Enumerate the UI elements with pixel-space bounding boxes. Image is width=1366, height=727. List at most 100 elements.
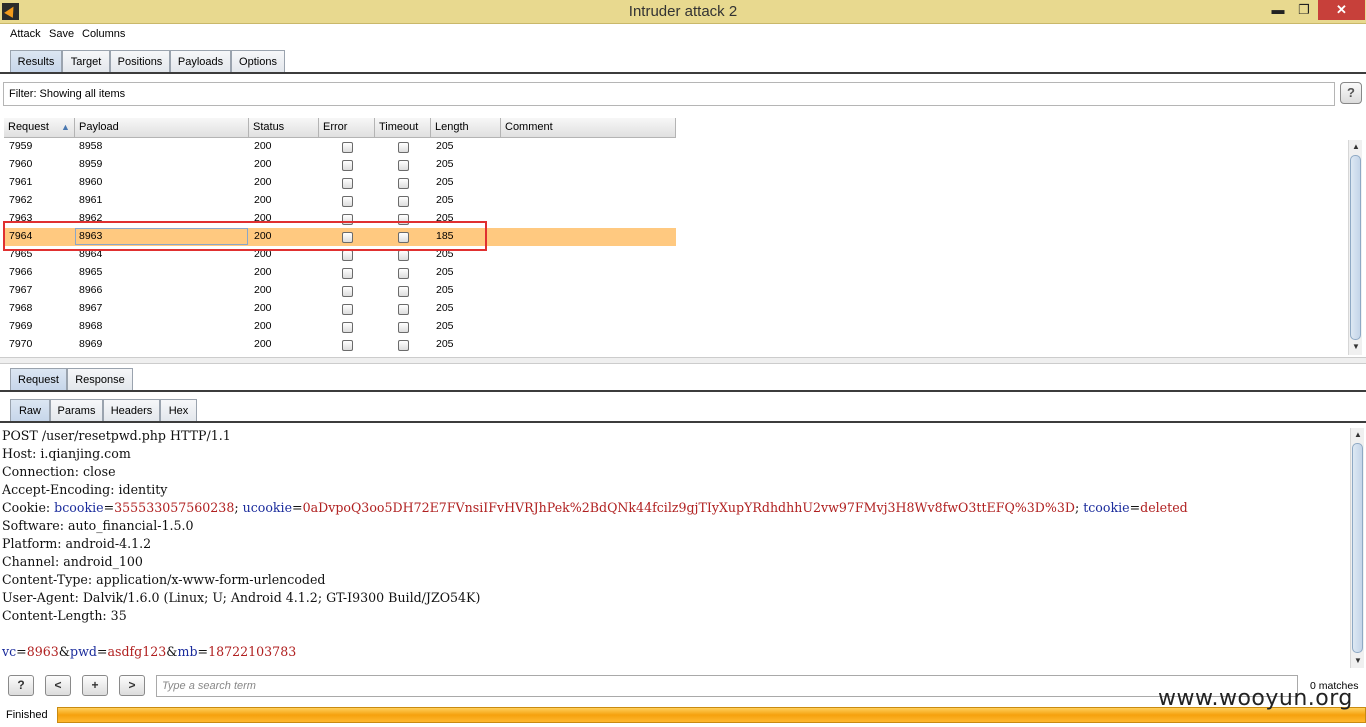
error-checkbox [342, 340, 353, 351]
search-previous-button[interactable]: < [45, 675, 71, 696]
status-label: Finished [6, 709, 48, 721]
cell-status: 200 [254, 176, 272, 188]
close-icon[interactable]: ✕ [1318, 0, 1365, 20]
cell-length: 205 [436, 266, 454, 278]
column-header-comment[interactable]: Comment [501, 118, 676, 138]
header-user-agent: User-Agent: Dalvik/1.6.0 (Linux; U; Andr… [2, 590, 481, 605]
cell-request: 7961 [9, 176, 33, 188]
detail-tab-divider [0, 390, 1366, 392]
error-checkbox [342, 196, 353, 207]
tab-divider [0, 72, 1366, 74]
raw-request-editor[interactable]: POST /user/resetpwd.php HTTP/1.1 Host: i.… [2, 427, 1350, 667]
timeout-checkbox [398, 160, 409, 171]
menu-columns[interactable]: Columns [82, 28, 125, 40]
param-value: 8963 [26, 644, 59, 659]
param-value: 18722103783 [208, 644, 297, 659]
search-next-button[interactable]: > [119, 675, 145, 696]
timeout-checkbox [398, 268, 409, 279]
header-platform: Platform: android-4.1.2 [2, 536, 152, 551]
results-scrollbar[interactable]: ▲ ▼ [1348, 140, 1362, 355]
tab-request[interactable]: Request [10, 368, 67, 390]
tab-hex[interactable]: Hex [160, 399, 197, 421]
cell-request: 7960 [9, 158, 33, 170]
column-label: Request [8, 121, 49, 133]
error-checkbox [342, 160, 353, 171]
tab-raw[interactable]: Raw [10, 399, 50, 421]
timeout-checkbox [398, 322, 409, 333]
cell-status: 200 [254, 140, 272, 152]
menu-save[interactable]: Save [49, 28, 74, 40]
column-header-status[interactable]: Status [249, 118, 319, 138]
table-row[interactable]: 7962 8961 200 205 [4, 192, 676, 210]
error-checkbox [342, 178, 353, 189]
param-value: asdfg123 [107, 644, 167, 659]
scroll-thumb[interactable] [1350, 155, 1361, 340]
header-cookie: Cookie: bcookie=355533057560238; ucookie… [2, 500, 1188, 515]
cell-request: 7968 [9, 302, 33, 314]
minimize-icon[interactable]: ▬ [1264, 0, 1292, 20]
table-row[interactable]: 7959 8958 200 205 [4, 138, 676, 156]
scroll-down-icon[interactable]: ▼ [1351, 654, 1365, 668]
column-header-error[interactable]: Error [319, 118, 375, 138]
cell-request: 7959 [9, 140, 33, 152]
cell-length: 205 [436, 320, 454, 332]
header-accept-encoding: Accept-Encoding: identity [2, 482, 168, 497]
search-input[interactable]: Type a search term [156, 675, 1298, 697]
menu-attack[interactable]: Attack [10, 28, 41, 40]
cell-payload: 8966 [79, 284, 103, 296]
header-software: Software: auto_financial-1.5.0 [2, 518, 194, 533]
error-checkbox [342, 286, 353, 297]
cell-length: 205 [436, 176, 454, 188]
cell-status: 200 [254, 320, 272, 332]
search-help-button[interactable]: ? [8, 675, 34, 696]
table-row[interactable]: 7969 8968 200 205 [4, 318, 676, 336]
table-row[interactable]: 7970 8969 200 205 [4, 336, 676, 354]
column-header-payload[interactable]: Payload [75, 118, 249, 138]
error-checkbox [342, 268, 353, 279]
cell-request: 7966 [9, 266, 33, 278]
param-key: vc [2, 644, 17, 659]
cell-request: 7967 [9, 284, 33, 296]
cell-payload: 8960 [79, 176, 103, 188]
column-header-length[interactable]: Length [431, 118, 501, 138]
error-checkbox [342, 250, 353, 261]
cell-length: 205 [436, 194, 454, 206]
highlight-annotation [3, 221, 487, 251]
header-content-type: Content-Type: application/x-www-form-url… [2, 572, 326, 587]
cell-payload: 8958 [79, 140, 103, 152]
sort-ascending-icon: ▲ [61, 122, 70, 132]
tab-options[interactable]: Options [231, 50, 285, 72]
table-row[interactable]: 7966 8965 200 205 [4, 264, 676, 282]
tab-payloads[interactable]: Payloads [170, 50, 231, 72]
search-add-button[interactable]: + [82, 675, 108, 696]
scroll-down-icon[interactable]: ▼ [1349, 340, 1363, 354]
raw-scrollbar[interactable]: ▲ ▼ [1350, 428, 1364, 668]
timeout-checkbox [398, 196, 409, 207]
filter-bar[interactable]: Filter: Showing all items [3, 82, 1335, 106]
scroll-up-icon[interactable]: ▲ [1351, 428, 1365, 442]
tab-target[interactable]: Target [62, 50, 110, 72]
request-body: vc=8963&pwd=asdfg123&mb=18722103783 [2, 644, 297, 659]
cell-length: 205 [436, 302, 454, 314]
header-channel: Channel: android_100 [2, 554, 143, 569]
scroll-thumb[interactable] [1352, 443, 1363, 653]
tab-response[interactable]: Response [67, 368, 133, 390]
table-row[interactable]: 7968 8967 200 205 [4, 300, 676, 318]
cell-length: 205 [436, 140, 454, 152]
table-row[interactable]: 7961 8960 200 205 [4, 174, 676, 192]
tab-headers[interactable]: Headers [103, 399, 160, 421]
view-tab-divider [0, 421, 1366, 423]
tab-results[interactable]: Results [10, 50, 62, 72]
tab-positions[interactable]: Positions [110, 50, 170, 72]
column-header-request[interactable]: Request ▲ [4, 118, 75, 138]
table-row[interactable]: 7960 8959 200 205 [4, 156, 676, 174]
scroll-up-icon[interactable]: ▲ [1349, 140, 1363, 154]
table-row[interactable]: 7967 8966 200 205 [4, 282, 676, 300]
column-header-timeout[interactable]: Timeout [375, 118, 431, 138]
cell-status: 200 [254, 158, 272, 170]
help-icon[interactable]: ? [1340, 82, 1362, 104]
splitter[interactable] [0, 357, 1366, 364]
tab-params[interactable]: Params [50, 399, 103, 421]
error-checkbox [342, 304, 353, 315]
restore-icon[interactable]: ❐ [1290, 0, 1318, 20]
